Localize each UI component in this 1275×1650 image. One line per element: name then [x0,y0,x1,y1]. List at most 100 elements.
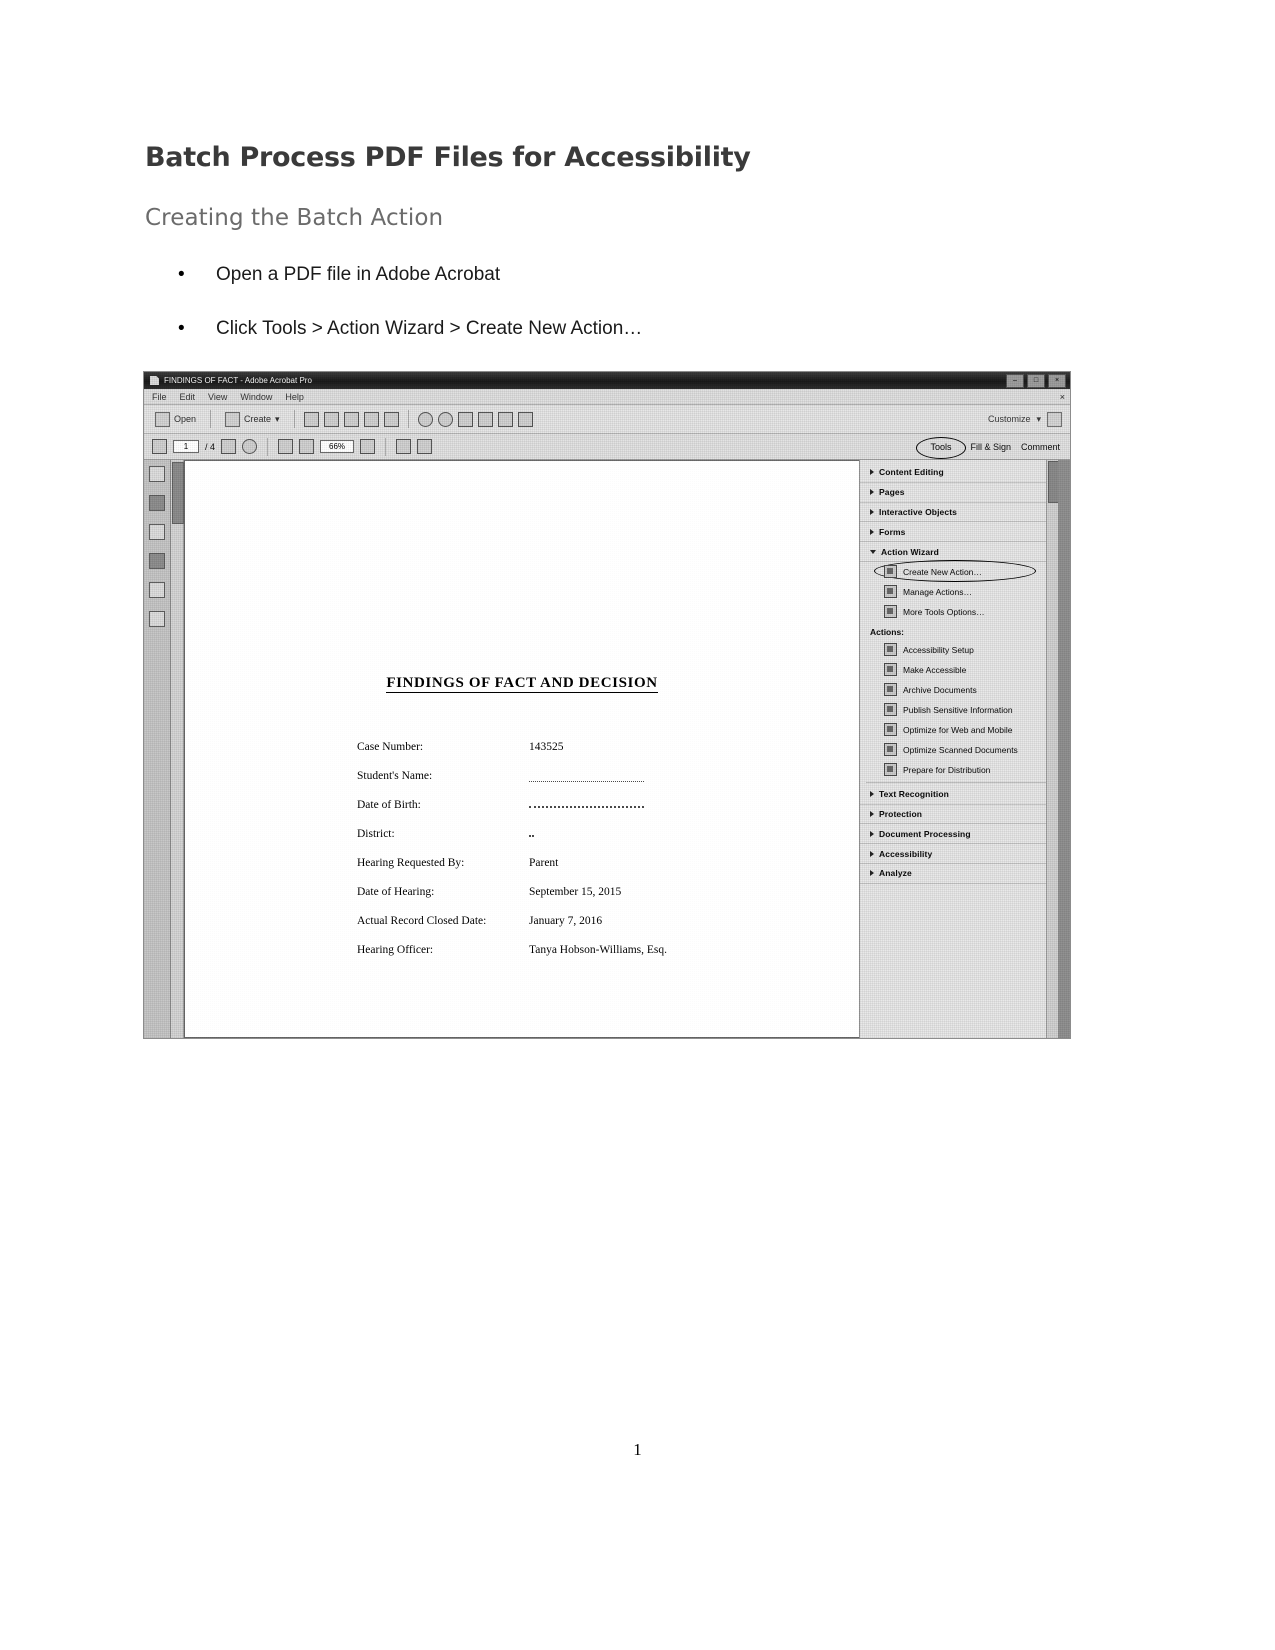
action-accessibility-setup[interactable]: Accessibility Setup [860,640,1058,660]
tools-section-forms[interactable]: Forms [860,522,1058,543]
action-icon [884,703,897,717]
export-icon[interactable] [363,411,379,427]
tools-section-accessibility[interactable]: Accessibility [860,844,1058,865]
tools-section-content-editing[interactable]: Content Editing [860,463,1058,483]
tools-section-pages[interactable]: Pages [860,483,1058,503]
acrobat-screenshot: FINDINGS OF FACT - Adobe Acrobat Pro – □… [143,371,1071,1039]
secure-icon[interactable] [497,411,513,427]
email-icon[interactable] [323,411,339,427]
pdf-field-row: Hearing Requested By: Parent [357,857,839,869]
minimize-button[interactable]: – [1006,374,1024,388]
comment-icon[interactable] [417,411,433,427]
tools-section-text-recognition[interactable]: Text Recognition [860,785,1058,805]
attach-icon[interactable] [383,411,399,427]
zoom-in-icon[interactable] [299,439,315,454]
tools-section-label: Forms [879,526,906,537]
fit-page-icon[interactable] [396,439,412,454]
pdf-field-row: Date of Birth: [357,799,839,811]
field-label: Date of Hearing: [357,886,435,898]
zoom-level-input[interactable]: 66% [320,440,355,453]
page-thumbnail-icon[interactable] [221,439,237,454]
menu-item-view[interactable]: View [208,392,227,402]
action-optimize-scanned-documents[interactable]: Optimize Scanned Documents [860,740,1058,760]
action-archive-documents[interactable]: Archive Documents [860,680,1058,700]
actions-group-label: Actions: [870,626,904,637]
list-item-text: Click Tools > Action Wizard > Create New… [216,318,643,339]
pdf-field-row: District: [357,828,839,840]
chevron-right-icon [870,469,874,476]
action-publish-sensitive-information[interactable]: Publish Sensitive Information [860,700,1058,720]
layers-icon[interactable] [149,611,165,627]
scrollbar-thumb[interactable] [1048,461,1058,503]
chevron-down-icon[interactable] [360,439,376,454]
tools-section-label: Action Wizard [881,546,939,557]
action-label: Accessibility Setup [903,644,974,655]
close-document-icon[interactable]: × [1060,392,1065,402]
page-scrollbar[interactable] [171,460,184,1038]
action-prepare-for-distribution[interactable]: Prepare for Distribution [860,760,1058,780]
tools-section-protection[interactable]: Protection [860,805,1058,825]
tools-section-document-processing[interactable]: Document Processing [860,824,1058,845]
highlight-icon[interactable] [437,411,453,427]
fit-width-icon[interactable] [417,439,433,454]
pages-icon[interactable] [149,524,165,540]
save-icon[interactable] [303,411,319,427]
tools-section-interactive-objects[interactable]: Interactive Objects [860,503,1058,523]
customize-label: Customize [987,414,1031,424]
bullet-icon: • [178,264,185,285]
tools-highlight-ellipse [916,436,967,459]
chevron-down-icon [870,549,876,554]
action-icon [884,723,897,737]
tools-section-analyze[interactable]: Analyze [860,864,1058,884]
chevron-right-icon [870,528,874,535]
toolbar-separator [293,410,295,428]
chevron-down-icon: ▾ [275,413,280,424]
previous-page-icon[interactable] [152,439,167,454]
field-value-redacted [529,799,839,811]
customize-toolbar-button[interactable]: Customize ▾ [987,411,1070,427]
menu-item-edit[interactable]: Edit [180,392,196,402]
stamp-icon[interactable] [477,411,493,427]
field-label: District: [357,828,395,840]
tab-fill-and-sign[interactable]: Fill & Sign [970,442,1011,452]
action-label: Optimize Scanned Documents [903,744,1018,755]
pan-tool-icon[interactable] [242,439,258,454]
tools-panel-scrollbar[interactable] [1046,460,1058,1038]
open-button[interactable]: Open [150,410,201,429]
zoom-out-icon[interactable] [278,439,294,454]
signatures-icon[interactable] [149,582,165,598]
menu-item-more-tools-options[interactable]: More Tools Options… [860,602,1058,622]
tab-tools[interactable]: Tools [916,436,967,459]
print-icon[interactable] [343,411,359,427]
attachments-icon[interactable] [149,553,165,569]
chevron-right-icon [870,489,874,496]
action-label: Make Accessible [903,664,967,675]
action-make-accessible[interactable]: Make Accessible [860,660,1058,680]
tools-section-label: Text Recognition [879,789,949,800]
close-button[interactable]: × [1048,374,1066,388]
scrollbar-thumb[interactable] [172,462,184,524]
field-value: September 15, 2015 [529,886,622,898]
action-optimize-for-web-and-mobile[interactable]: Optimize for Web and Mobile [860,720,1058,740]
bookmarks-icon[interactable] [149,495,165,511]
tab-comment[interactable]: Comment [1021,442,1060,452]
menu-item-label: More Tools Options… [903,606,985,617]
menu-item-create-new-action[interactable]: Create New Action… [860,559,1058,582]
page-number-input[interactable]: 1 [173,440,199,453]
more-icon[interactable] [517,411,533,427]
menu-item-file[interactable]: File [152,392,167,402]
menu-item-help[interactable]: Help [285,392,304,402]
expand-toolbar-icon[interactable] [1047,411,1062,427]
pdf-field-list: Case Number: 143525 Student's Name: Date… [357,741,839,973]
menu-item-manage-actions[interactable]: Manage Actions… [860,582,1058,602]
thumbnails-icon[interactable] [149,466,165,482]
create-button[interactable]: Create ▾ [220,410,285,429]
maximize-button[interactable]: □ [1027,374,1045,388]
field-value-redacted [529,828,839,840]
menu-item-window[interactable]: Window [240,392,272,402]
action-icon [884,683,897,697]
tools-section-action-wizard[interactable]: Action Wizard [860,542,1058,562]
task-tabs: Tools Fill & Sign Comment [916,436,1070,459]
sign-icon[interactable] [457,411,473,427]
action-label: Prepare for Distribution [903,764,991,775]
